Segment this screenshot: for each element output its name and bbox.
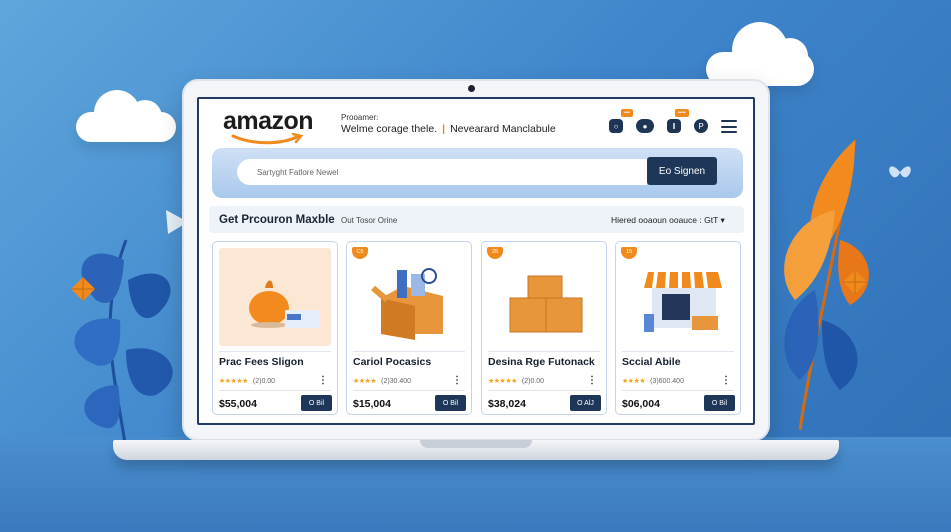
background-scene: amazon Prooamer: Welme corage thele. | Nev… xyxy=(0,0,951,532)
product-title[interactable]: Cariol Pocasics xyxy=(353,356,431,368)
profile-icon[interactable]: P xyxy=(694,119,708,133)
section-subtitle[interactable]: Out Tosor Orine xyxy=(341,216,397,225)
product-title[interactable]: Sccial Abile xyxy=(622,356,681,368)
kebab-icon[interactable]: ⋮ xyxy=(721,375,731,386)
kebab-icon[interactable]: ⋮ xyxy=(452,375,462,386)
rating-stars: ★★★★ (3)600.400 xyxy=(622,378,684,385)
promo-text-1: Welme corage thele. xyxy=(341,123,438,135)
kebab-icon[interactable]: ⋮ xyxy=(587,375,597,386)
toggle-icon[interactable]: ● xyxy=(636,119,654,133)
search-bar: Eo Signen xyxy=(212,148,743,198)
search-button[interactable]: Eo Signen xyxy=(647,157,717,185)
section-header: Get Prcouron Maxble Out Tosor Orine Hier… xyxy=(209,206,744,233)
promo-text: Welme corage thele. | Nevearard Manclabule xyxy=(341,123,556,135)
section-right-text[interactable]: Hiered ooaoun ooauce : GtT ▾ xyxy=(611,215,725,226)
buy-button[interactable]: O Bil xyxy=(435,395,466,411)
buy-button[interactable]: O Bil xyxy=(704,395,735,411)
section-right-label: Hiered ooaoun ooauce : GtT xyxy=(611,215,719,225)
laptop-notch xyxy=(420,440,532,448)
chat-icon[interactable]: ○ xyxy=(609,119,623,133)
browser-screen: amazon Prooamer: Welme corage thele. | Nev… xyxy=(197,97,755,425)
rating-stars: ★★★★★ (2)0.00 xyxy=(219,378,276,385)
rating-stars: ★★★★★ (2)0.00 xyxy=(488,378,545,385)
section-title: Get Prcouron Maxble xyxy=(219,214,335,226)
kebab-icon[interactable]: ⋮ xyxy=(318,375,328,386)
left-foliage xyxy=(74,210,188,450)
card-divider xyxy=(488,351,600,352)
amazon-smile-icon xyxy=(231,133,304,145)
card-divider xyxy=(622,351,734,352)
promo-text-2: Nevearard Manclabule xyxy=(450,123,556,135)
rating-meta: (2)0.00 xyxy=(521,378,545,385)
card-divider xyxy=(353,390,465,391)
kite-left-icon xyxy=(71,277,95,301)
rating-meta: (2)0.00 xyxy=(252,378,276,385)
buy-button[interactable]: O Bil xyxy=(301,395,332,411)
product-card[interactable]: Prac Fees Sligon ★★★★★ (2)0.00 ⋮ $55,004 … xyxy=(212,241,338,415)
buy-button[interactable]: O AlJ xyxy=(570,395,601,411)
product-image xyxy=(219,248,331,346)
promo-label: Prooamer: xyxy=(341,113,379,122)
user-icon[interactable]: ‖ xyxy=(667,119,681,133)
search-input[interactable] xyxy=(237,159,647,185)
filter-icon[interactable]: ▾ xyxy=(720,215,724,225)
kite-right-icon xyxy=(843,270,867,294)
product-price: $55,004 xyxy=(219,398,257,410)
promo-separator: | xyxy=(442,123,446,135)
card-divider xyxy=(219,351,331,352)
card-divider xyxy=(622,390,734,391)
product-image xyxy=(353,248,465,346)
rating-meta: (2)30.400 xyxy=(381,378,412,385)
product-title[interactable]: Desina Rge Futonack xyxy=(488,356,595,368)
site-header: amazon Prooamer: Welme corage thele. | Nev… xyxy=(199,99,753,149)
product-price: $06,004 xyxy=(622,398,660,410)
rating-meta: (3)600.400 xyxy=(650,378,684,385)
product-card[interactable]: 15 Sccial Abile ★★★★ (3)600.400 ⋮ $06,004… xyxy=(615,241,741,415)
product-card[interactable]: 25 Desina Rge Futonack ★★★★★ (2)0.00 ⋮ $3… xyxy=(481,241,607,415)
rating-stars: ★★★★ (2)30.400 xyxy=(353,378,412,385)
product-price: $15,004 xyxy=(353,398,391,410)
menu-icon[interactable] xyxy=(721,120,737,137)
card-divider xyxy=(219,390,331,391)
product-image xyxy=(622,248,734,346)
card-divider xyxy=(353,351,465,352)
product-price: $38,024 xyxy=(488,398,526,410)
amazon-logo[interactable]: amazon xyxy=(223,107,314,136)
camera-icon xyxy=(468,85,475,92)
cloud-decoration xyxy=(76,90,176,142)
product-title[interactable]: Prac Fees Sligon xyxy=(219,356,304,368)
notification-badge: ••• xyxy=(621,109,633,117)
card-divider xyxy=(488,390,600,391)
cart-badge: •••• xyxy=(675,109,689,117)
product-card[interactable]: C5 Cariol Pocasics ★★★★ (2)30.400 ⋮ $15,0… xyxy=(346,241,472,415)
butterfly-icon xyxy=(889,166,911,178)
product-image xyxy=(488,248,600,346)
